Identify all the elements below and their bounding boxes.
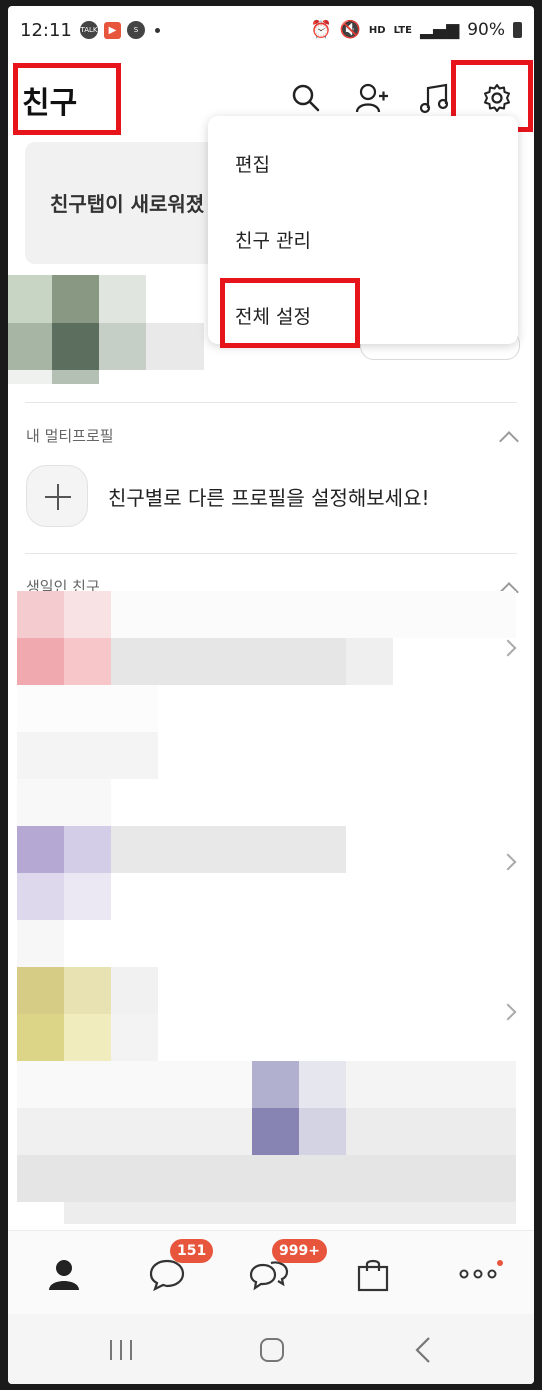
bottom-navigation: 151 999+	[8, 1230, 534, 1315]
multi-profile-section-label: 내 멀티프로필	[26, 427, 114, 445]
page-title: 친구	[22, 86, 78, 121]
friends-icon[interactable]	[41, 1251, 87, 1297]
banner-text: 친구탭이 새로워졌	[50, 192, 205, 216]
menu-item-manage-friends[interactable]: 친구 관리	[235, 226, 311, 253]
music-icon[interactable]	[414, 78, 454, 118]
settings-dropdown-menu: 편집 친구 관리 전체 설정	[208, 116, 518, 348]
mute-icon: 🔇	[339, 20, 361, 40]
recent-apps-icon[interactable]	[108, 1338, 134, 1366]
chevron-right-icon[interactable]	[499, 853, 517, 871]
multi-profile-prompt[interactable]: 친구별로 다른 프로필을 설정해보세요!	[108, 482, 430, 511]
home-icon[interactable]	[259, 1337, 285, 1367]
settings-icon[interactable]	[477, 78, 517, 118]
search-icon[interactable]	[286, 78, 326, 118]
notification-icon: ▶	[104, 21, 121, 39]
menu-item-all-settings[interactable]: 전체 설정	[235, 302, 311, 329]
battery-icon	[513, 22, 522, 38]
back-icon[interactable]	[414, 1336, 432, 1368]
phone-screen: 12:11 TALK ▶ S ⏰ 🔇 HD LTE ▂▄▆ 90% 친구 친구탭…	[8, 6, 534, 1384]
more-icon[interactable]	[455, 1251, 501, 1297]
status-time: 12:11	[20, 20, 72, 41]
signal-icon: ▂▄▆	[419, 20, 460, 40]
divider	[25, 402, 517, 403]
chat-unread-badge: 151	[170, 1239, 214, 1263]
hd-voice-label: HD	[368, 24, 386, 36]
battery-percent: 90%	[467, 20, 505, 40]
chevron-right-icon[interactable]	[499, 1003, 517, 1021]
talk-icon: TALK	[80, 21, 98, 39]
shopping-icon[interactable]	[350, 1251, 396, 1297]
status-bar: 12:11 TALK ▶ S ⏰ 🔇 HD LTE ▂▄▆ 90%	[8, 6, 534, 54]
add-friend-icon[interactable]	[352, 78, 392, 118]
add-multi-profile-button[interactable]	[26, 465, 88, 527]
more-notifications-dot	[155, 27, 160, 33]
openchat-unread-badge: 999+	[272, 1239, 327, 1263]
alarm-icon: ⏰	[310, 20, 332, 40]
lte-label: LTE	[393, 24, 412, 36]
s-app-icon: S	[127, 21, 145, 39]
collapse-chevron-icon[interactable]	[499, 431, 519, 451]
chevron-right-icon[interactable]	[499, 639, 517, 657]
divider	[25, 553, 517, 554]
new-dot-badge	[497, 1260, 503, 1266]
system-navigation-bar	[8, 1314, 534, 1384]
menu-item-edit[interactable]: 편집	[235, 150, 270, 177]
